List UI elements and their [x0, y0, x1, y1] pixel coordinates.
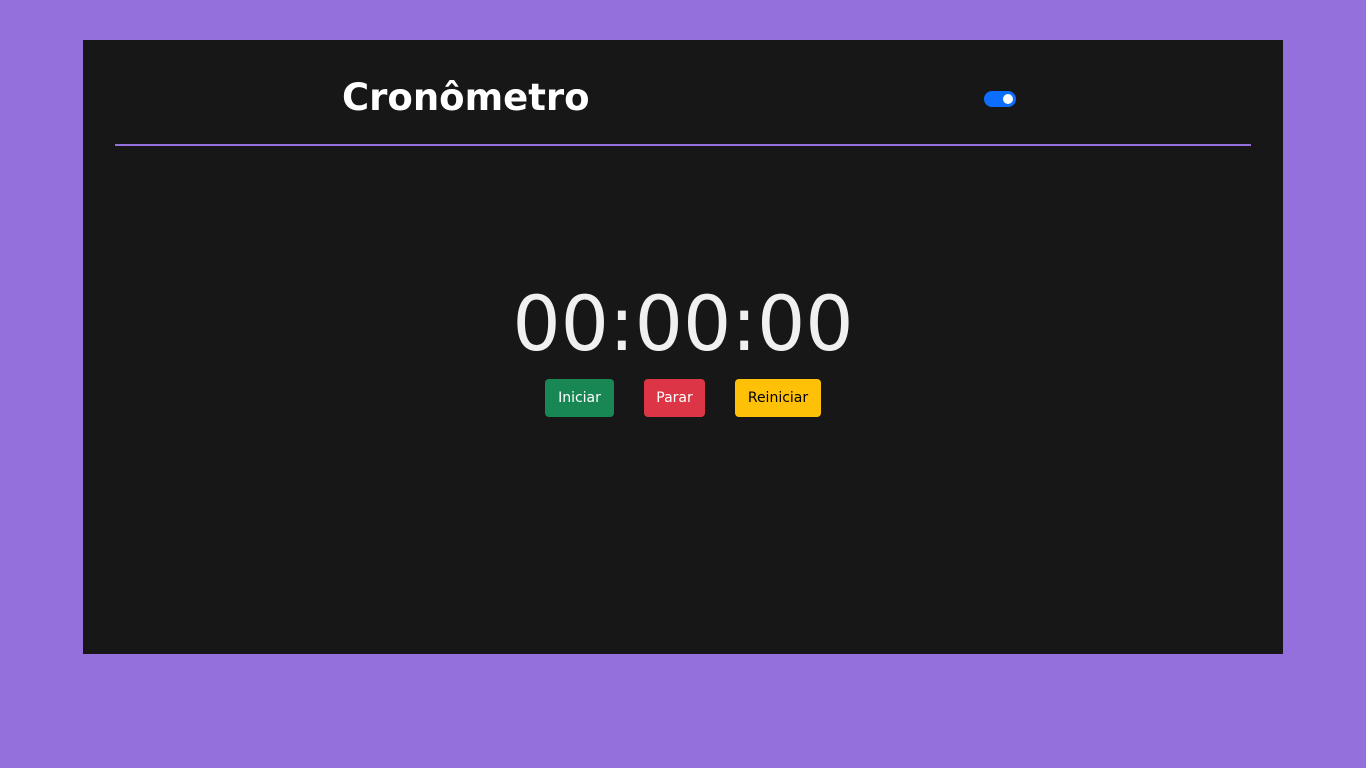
- reset-button[interactable]: Reiniciar: [735, 379, 821, 417]
- timer-display: 00:00:00: [512, 279, 854, 368]
- theme-toggle-switch[interactable]: [984, 91, 1016, 107]
- start-button[interactable]: Iniciar: [545, 379, 614, 417]
- stop-button[interactable]: Parar: [644, 379, 705, 417]
- header-divider: [115, 144, 1251, 146]
- page-title: Cronômetro: [342, 76, 590, 119]
- toggle-knob: [1003, 94, 1013, 104]
- stopwatch-card: Cronômetro 00:00:00 Iniciar Parar Reinic…: [83, 40, 1283, 654]
